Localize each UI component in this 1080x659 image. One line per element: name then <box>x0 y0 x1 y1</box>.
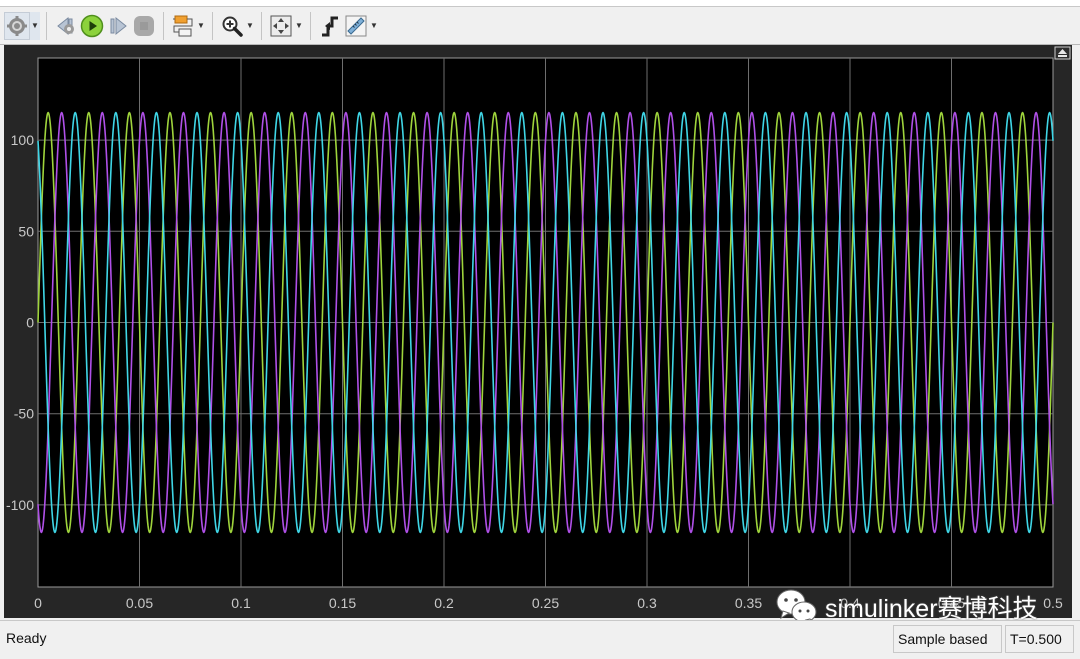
separator <box>310 11 311 40</box>
configuration-properties-button[interactable] <box>4 11 30 40</box>
measurements-dropdown[interactable]: ▼ <box>369 12 379 40</box>
window-top-strip <box>0 0 1080 7</box>
highlight-block-button[interactable] <box>170 12 196 40</box>
triggers-button[interactable] <box>317 12 343 40</box>
scope-plot: 0 0.05 0.1 0.15 0.2 0.25 0.3 0.35 0.4 0.45 0.5 100… <box>6 46 1071 611</box>
play-icon <box>80 14 104 37</box>
gear-icon <box>7 15 27 36</box>
configuration-dropdown[interactable]: ▼ <box>30 11 40 40</box>
separator <box>163 11 164 40</box>
y-tick-label: 0 <box>26 315 34 331</box>
scale-axes-button[interactable] <box>268 12 294 40</box>
x-tick-label: 0.1 <box>231 595 251 611</box>
separator <box>46 11 47 40</box>
scope-toolbar: ▼ ▼ ▼ ▼ ▼ <box>0 7 1080 45</box>
sample-mode-indicator: Sample based <box>893 625 1002 653</box>
separator <box>212 11 213 40</box>
step-back-icon <box>57 16 74 35</box>
measurements-button[interactable] <box>343 12 369 40</box>
x-tick-label: 0.5 <box>1043 595 1063 611</box>
scale-axes-dropdown[interactable]: ▼ <box>294 12 304 40</box>
separator <box>261 11 262 40</box>
x-tick-label: 0.25 <box>532 595 559 611</box>
x-tick-label: 0.35 <box>735 595 762 611</box>
zoom-button[interactable] <box>219 12 245 40</box>
simulation-time: T=0.500 <box>1005 625 1074 653</box>
y-tick-label: -50 <box>14 406 34 422</box>
undock-button[interactable] <box>1054 46 1071 60</box>
step-forward-button[interactable] <box>105 12 131 40</box>
fit-to-view-icon <box>270 15 292 36</box>
step-back-button[interactable] <box>53 12 79 40</box>
stop-button[interactable] <box>131 12 157 40</box>
x-tick-label: 0.3 <box>637 595 657 611</box>
highlight-block-dropdown[interactable]: ▼ <box>196 12 206 40</box>
y-tick-label: 50 <box>18 223 34 239</box>
zoom-in-icon <box>222 16 243 37</box>
x-tick-label: 0 <box>34 595 42 611</box>
ruler-icon <box>345 15 367 36</box>
y-tick-labels: 100 50 0 -50 -100 <box>6 132 34 513</box>
run-button[interactable] <box>79 12 105 40</box>
x-tick-label: 0.05 <box>126 595 153 611</box>
status-bar: Ready Sample based T=0.500 <box>0 620 1080 659</box>
status-text: Ready <box>6 630 47 646</box>
y-tick-label: 100 <box>11 132 35 148</box>
zoom-dropdown[interactable]: ▼ <box>245 12 255 40</box>
stop-icon <box>134 15 154 36</box>
y-tick-label: -100 <box>6 497 34 513</box>
scope-display: 0 0.05 0.1 0.15 0.2 0.25 0.3 0.35 0.4 0.45 0.5 100… <box>4 45 1072 618</box>
x-tick-label: 0.2 <box>434 595 454 611</box>
trigger-icon <box>322 16 338 36</box>
step-forward-icon <box>110 16 127 35</box>
block-diagram-icon <box>173 15 193 36</box>
x-tick-label: 0.15 <box>329 595 356 611</box>
